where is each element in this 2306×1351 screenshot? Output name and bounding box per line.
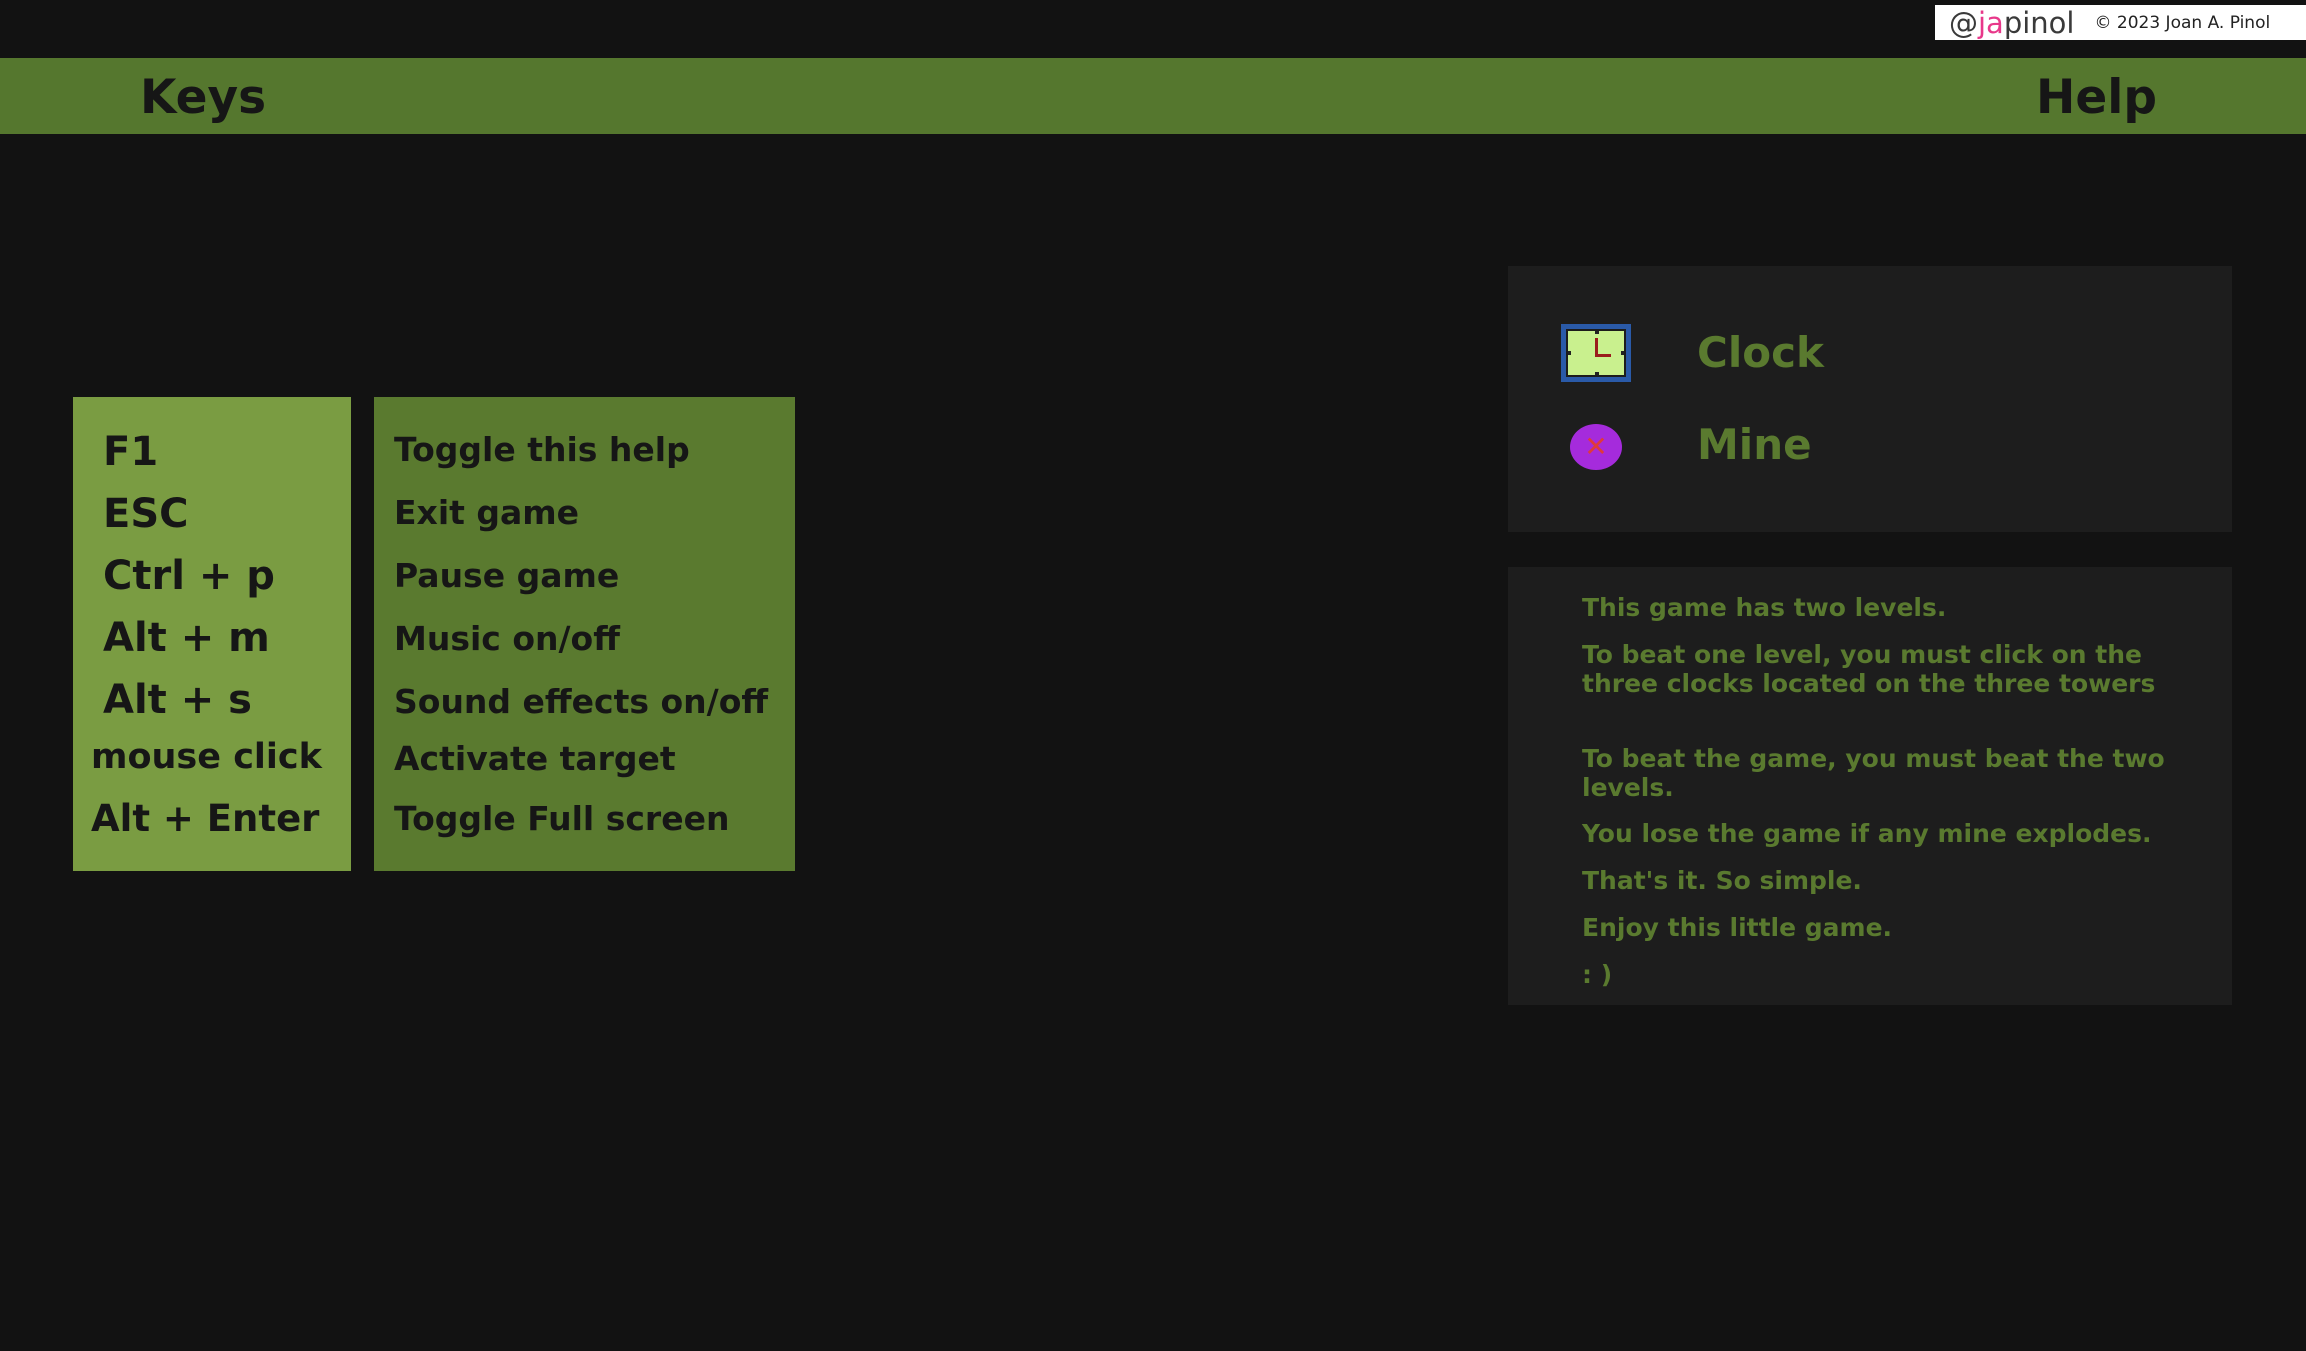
action-exit-game: Exit game: [394, 493, 580, 532]
key-alt-s: Alt + s: [103, 677, 252, 723]
author-handle: @japinol: [1949, 5, 2075, 40]
help-text-box: This game has two levels. To beat one le…: [1508, 567, 2232, 1005]
action-music: Music on/off: [394, 619, 620, 658]
keys-title: Keys: [140, 70, 267, 125]
help-line: You lose the game if any mine explodes.: [1582, 819, 2152, 848]
mine-icon: ✕: [1570, 424, 1622, 470]
header-bar: Keys Help: [0, 58, 2306, 134]
help-line: : ): [1582, 960, 1613, 989]
action-pause-game: Pause game: [394, 556, 620, 595]
mine-label: Mine: [1697, 420, 1812, 469]
key-alt-m: Alt + m: [103, 615, 270, 661]
help-line: Enjoy this little game.: [1582, 913, 1893, 942]
action-activate-target: Activate target: [394, 739, 676, 778]
key-mouse-click: mouse click: [91, 737, 322, 777]
clock-label: Clock: [1697, 328, 1824, 377]
action-toggle-fullscreen: Toggle Full screen: [394, 799, 730, 838]
help-line: To beat the game, you must beat the two …: [1582, 744, 2165, 802]
key-ctrl-p: Ctrl + p: [103, 553, 275, 599]
legend-box: Clock ✕ Mine: [1508, 266, 2232, 532]
key-esc: ESC: [103, 491, 189, 537]
credit-badge: @japinol © 2023 Joan A. Pinol: [1935, 5, 2306, 40]
copyright-text: © 2023 Joan A. Pinol: [2094, 12, 2271, 33]
help-line: To beat one level, you must click on the…: [1582, 640, 2156, 698]
clock-icon: [1561, 324, 1631, 382]
keys-column: F1 ESC Ctrl + p Alt + m Alt + s mouse cl…: [73, 397, 351, 871]
help-title: Help: [2036, 70, 2157, 125]
action-sound-effects: Sound effects on/off: [394, 682, 769, 721]
help-line: That's it. So simple.: [1582, 866, 1862, 895]
key-f1: F1: [103, 429, 159, 475]
actions-column: Toggle this help Exit game Pause game Mu…: [374, 397, 795, 871]
key-alt-enter: Alt + Enter: [91, 797, 320, 840]
action-toggle-help: Toggle this help: [394, 430, 690, 469]
help-line: This game has two levels.: [1582, 593, 1947, 622]
